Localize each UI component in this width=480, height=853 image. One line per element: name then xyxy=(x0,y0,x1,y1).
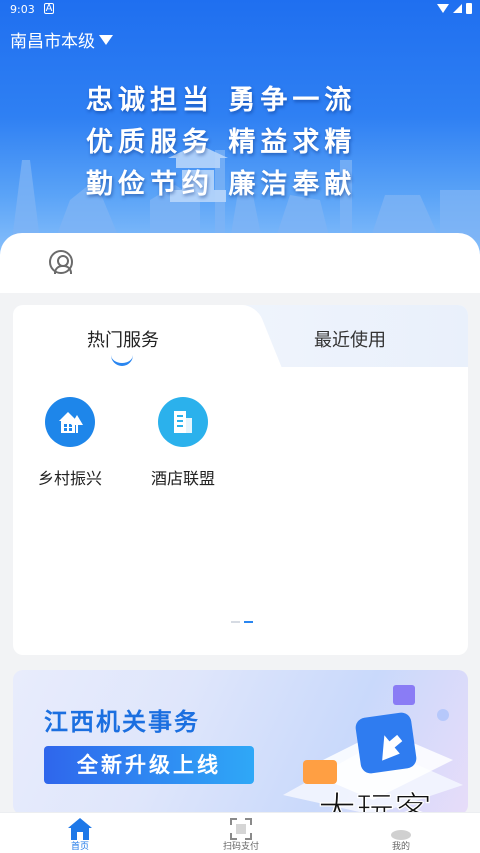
nav-me-label: 我的 xyxy=(391,842,410,852)
promo-title: 江西机关事务 xyxy=(44,708,200,736)
page-indicator xyxy=(231,621,253,623)
city-selector[interactable]: 南昌市本级 xyxy=(10,27,113,52)
status-time: 9:03 xyxy=(10,3,35,16)
page-dot-active xyxy=(244,621,253,623)
nav-me[interactable]: 我的 xyxy=(361,815,441,853)
signal-icon xyxy=(453,4,462,13)
notification-icon: A xyxy=(44,3,54,14)
status-bar: 9:03 A xyxy=(0,0,480,20)
slogan: 忠诚担当 勇争一流 优质服务 精益求精 勤俭节约 廉洁奉献 xyxy=(86,80,406,206)
page-dot xyxy=(231,621,240,623)
nav-home[interactable]: 首页 xyxy=(40,815,120,853)
service-label: 乡村振兴 xyxy=(37,469,102,488)
bottom-nav: 首页 扫码支付 我的 xyxy=(0,812,480,853)
tab-hot-services[interactable]: 热门服务 xyxy=(87,326,159,352)
building-icon xyxy=(158,397,208,447)
nav-scan-label: 扫码支付 xyxy=(222,842,259,852)
tab-recent[interactable]: 最近使用 xyxy=(314,326,386,352)
dropdown-arrow-icon xyxy=(99,34,113,45)
slogan-line: 忠诚担当 勇争一流 xyxy=(86,85,357,116)
slogan-line: 勤俭节约 廉洁奉献 xyxy=(86,169,357,200)
house-tree-icon xyxy=(45,397,95,447)
status-icons xyxy=(437,3,472,14)
promo-subtitle: 全新升级上线 xyxy=(44,746,254,784)
home-icon xyxy=(40,815,120,842)
account-card xyxy=(0,233,480,293)
service-label: 酒店联盟 xyxy=(150,469,215,488)
city-label: 南昌市本级 xyxy=(10,32,95,52)
service-rural-revitalization[interactable]: 乡村振兴 xyxy=(25,397,115,489)
scan-icon xyxy=(201,815,281,842)
battery-icon xyxy=(466,3,472,14)
nav-scan-pay[interactable]: 扫码支付 xyxy=(201,815,281,853)
service-hotel-alliance[interactable]: 酒店联盟 xyxy=(138,397,228,489)
slogan-line: 优质服务 精益求精 xyxy=(86,127,357,158)
wifi-icon xyxy=(437,4,449,13)
user-avatar-icon[interactable] xyxy=(49,250,73,274)
nav-home-label: 首页 xyxy=(70,842,89,852)
hero-banner: 9:03 A 南昌市本级 忠诚担当 勇争一流 优质服务 精益求精 勤俭节约 廉洁… xyxy=(0,0,480,260)
profile-icon xyxy=(361,815,441,842)
services-panel: 热门服务 最近使用 乡村振兴 酒店联盟 xyxy=(13,305,468,655)
